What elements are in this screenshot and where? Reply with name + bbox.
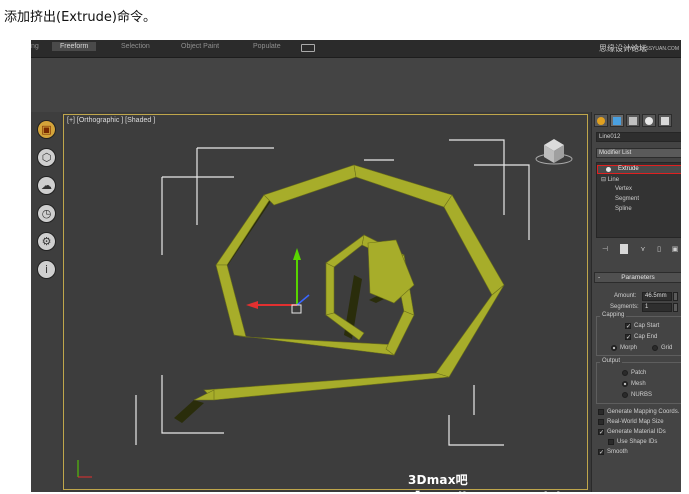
output-title: Output <box>600 358 623 364</box>
left-toolbar: ▣ ⬡ ☁ ◷ ⚙ i <box>31 112 61 492</box>
info-icon[interactable]: i <box>37 260 56 279</box>
brand-url: WWW.MISSYUAN.COM <box>624 46 679 52</box>
segments-spinner[interactable]: 1 <box>642 303 672 312</box>
pin-stack-icon[interactable]: ⊣ <box>600 244 610 254</box>
tab-selection[interactable]: Selection <box>121 43 150 50</box>
object-name-field[interactable]: Line012 <box>596 132 681 142</box>
grid-radio[interactable] <box>652 345 658 351</box>
amount-label: Amount: <box>614 293 637 299</box>
tab-object-paint[interactable]: Object Paint <box>181 43 219 50</box>
parameters-title: Parameters <box>621 274 655 281</box>
clock-icon[interactable]: ◷ <box>37 204 56 223</box>
gen-material-checkbox[interactable]: ✓ <box>598 429 604 436</box>
modifier-list-dropdown[interactable]: Modifier List <box>596 148 681 158</box>
morph-radio[interactable] <box>611 345 617 351</box>
max-cube-icon[interactable]: ▣ <box>37 120 56 139</box>
stack-item-extrude[interactable]: Extrude <box>597 165 681 174</box>
stack-item-segment[interactable]: Segment <box>615 196 639 202</box>
stack-item-extrude-label: Extrude <box>618 166 639 172</box>
modify-tab-icon[interactable] <box>610 114 624 127</box>
use-shape-checkbox[interactable] <box>608 439 614 445</box>
motion-tab-icon[interactable] <box>642 114 656 127</box>
create-tab-icon[interactable] <box>594 114 608 127</box>
real-world-checkbox[interactable] <box>598 419 604 425</box>
segments-label: Segments: <box>610 304 639 310</box>
use-shape-label: Use Shape IDs <box>617 439 658 445</box>
grid-label: Grid <box>661 345 673 351</box>
gen-mapping-label: Generate Mapping Coords. <box>607 409 680 415</box>
amount-spinner[interactable]: 46.5mm <box>642 292 672 301</box>
cap-start-label: Cap Start <box>634 323 660 329</box>
nurbs-label: NURBS <box>631 392 653 398</box>
capping-title: Capping <box>600 312 627 318</box>
gen-material-label: Generate Material IDs <box>607 429 666 435</box>
cap-end-checkbox[interactable]: ✓ <box>625 334 631 341</box>
ribbon-panel-area <box>31 58 681 112</box>
command-panel: Line012 Modifier List Extrude ⊟ Line Ver… <box>591 112 681 492</box>
cap-start-checkbox[interactable]: ✓ <box>625 323 631 330</box>
ribbon-bar: ng Freeform Selection Object Paint Popul… <box>31 40 681 58</box>
ribbon-toggle-icon[interactable] <box>301 44 315 52</box>
amount-spinner-arrows[interactable] <box>673 292 678 301</box>
gear-icon[interactable]: ⚙ <box>37 232 56 251</box>
command-panel-tabs <box>592 114 681 128</box>
real-world-label: Real-World Map Size <box>607 419 664 425</box>
smooth-label: Smooth <box>607 449 628 455</box>
make-unique-icon[interactable]: ⋎ <box>638 244 648 254</box>
tab-populate[interactable]: Populate <box>253 43 281 50</box>
segments-spinner-arrows[interactable] <box>673 303 678 312</box>
display-tab-icon[interactable] <box>658 114 672 127</box>
smooth-checkbox[interactable]: ✓ <box>598 449 604 456</box>
stack-item-vertex[interactable]: Vertex <box>615 186 632 192</box>
stack-item-line[interactable]: ⊟ Line <box>601 176 619 183</box>
stack-item-spline[interactable]: Spline <box>615 206 632 212</box>
configure-sets-icon[interactable]: ▣ <box>670 244 680 254</box>
tab-partial[interactable]: ng <box>31 43 39 50</box>
modifier-stack: Extrude ⊟ Line Vertex Segment Spline <box>596 162 681 238</box>
show-end-result-icon[interactable] <box>620 244 628 254</box>
cube-icon[interactable]: ⬡ <box>37 148 56 167</box>
parameters-rollout[interactable]: - Parameters <box>594 272 681 283</box>
instruction-caption: 添加挤出(Extrude)命令。 <box>4 10 156 25</box>
stack-toolbar: ⊣ ⋎ ▯ ▣ <box>596 242 681 256</box>
gen-mapping-checkbox[interactable] <box>598 409 604 415</box>
mesh-label: Mesh <box>631 381 646 387</box>
cloud-icon[interactable]: ☁ <box>37 176 56 195</box>
morph-label: Morph <box>620 345 638 351</box>
stack-item-line-label: Line <box>607 177 620 183</box>
scene-graphic <box>77 139 573 478</box>
lightbulb-icon[interactable] <box>606 167 611 172</box>
nurbs-radio[interactable] <box>622 392 628 398</box>
hierarchy-tab-icon[interactable] <box>626 114 640 127</box>
3dsmax-screenshot: ng Freeform Selection Object Paint Popul… <box>31 40 681 492</box>
orthographic-viewport[interactable]: [+] [Orthographic ] [Shaded ] 3Dmax吧 <box>63 114 624 492</box>
mesh-radio[interactable] <box>622 381 628 387</box>
remove-modifier-icon[interactable]: ▯ <box>654 244 664 254</box>
patch-radio[interactable] <box>622 370 628 376</box>
cap-end-label: Cap End <box>634 334 658 340</box>
patch-label: Patch <box>631 370 647 376</box>
tab-freeform[interactable]: Freeform <box>52 42 97 51</box>
